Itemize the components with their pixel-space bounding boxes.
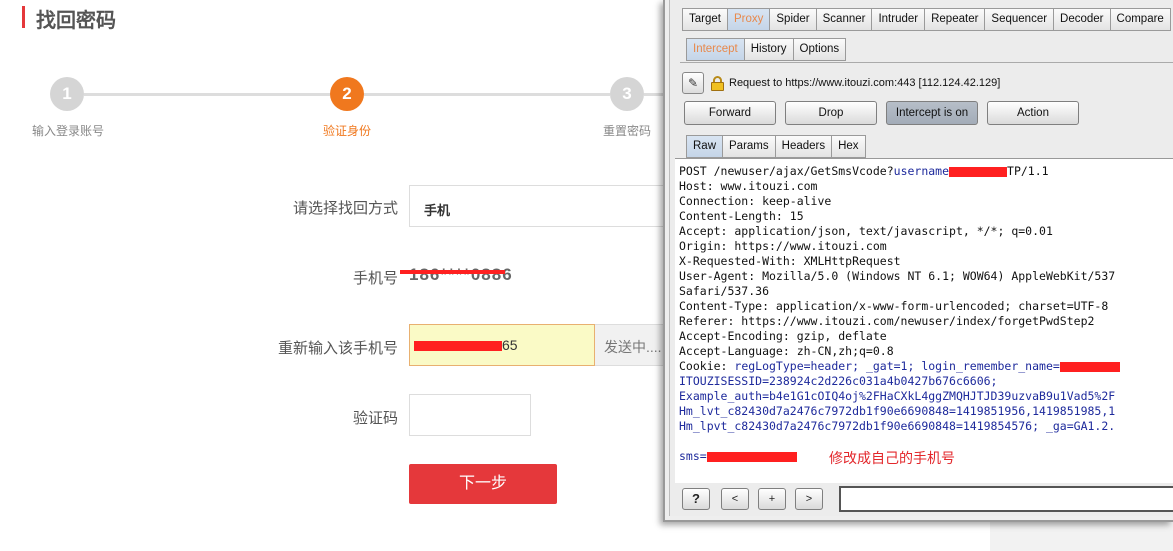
add-button[interactable]: + [758, 488, 786, 510]
pencil-icon: ✎ [687, 76, 699, 90]
tab-repeater[interactable]: Repeater [924, 8, 986, 31]
tab-intruder[interactable]: Intruder [871, 8, 926, 31]
tab-divider [680, 62, 1173, 63]
progress-line-3 [644, 93, 664, 96]
step-2-label: 验证身份 [322, 124, 371, 138]
sms-redaction-mark [706, 451, 797, 462]
header-user-agent-cont: Safari/537.36 [679, 284, 770, 298]
tab-sequencer[interactable]: Sequencer [984, 8, 1055, 31]
action-button[interactable]: Action [987, 101, 1079, 125]
tab-params[interactable]: Params [722, 135, 776, 158]
code-label: 验证码 [352, 410, 398, 427]
step-2-circle: 2 [330, 77, 364, 111]
header-x-requested-with: X-Requested-With: XMLHttpRequest [679, 254, 901, 268]
previous-button[interactable]: < [721, 488, 749, 510]
body-sms-param: sms= [679, 449, 797, 463]
header-accept-encoding: Accept-Encoding: gzip, deflate [679, 329, 887, 343]
burp-content: Target Proxy Spider Scanner Intruder Repeater… [669, 0, 1173, 516]
step-3-circle: 3 [610, 77, 644, 111]
cookie-hm-lpvt: Hm_lpvt_c82430d7a2476c7972db1f90e6690848… [679, 419, 1116, 433]
edit-pencil-button[interactable]: ✎ [682, 72, 704, 94]
progress-line-1 [84, 93, 330, 96]
phone-value: 186****0886 [409, 265, 513, 284]
header-user-agent: User-Agent: Mozilla/5.0 (Windows NT 6.1;… [679, 269, 1116, 283]
tab-scanner[interactable]: Scanner [815, 8, 873, 31]
header-connection: Connection: keep-alive [679, 194, 832, 208]
header-accept: Accept: application/json, text/javascrip… [679, 224, 1053, 238]
request-line: POST /newuser/ajax/GetSmsVcode?username T… [679, 164, 1049, 178]
phone-label: 手机号 [352, 270, 398, 287]
tab-spider[interactable]: Spider [769, 8, 817, 31]
reenter-phone-value: 65 [502, 337, 518, 353]
tab-target[interactable]: Target [682, 8, 728, 31]
header-cookie: Cookie: regLogType=header; _gat=1; login… [679, 359, 1120, 373]
page-title: 找回密码 [36, 10, 116, 32]
reenter-phone-input[interactable]: 65 [409, 324, 595, 366]
step-1-circle: 1 [50, 77, 84, 111]
tab-options[interactable]: Options [792, 38, 847, 61]
reenter-phone-label: 重新输入该手机号 [277, 340, 398, 357]
header-host: Host: www.itouzi.com [679, 179, 818, 193]
forward-button[interactable]: Forward [684, 101, 776, 125]
request-info-row: ✎ Request to https://www.itouzi.com:443 … [682, 72, 1173, 96]
burp-window: Target Proxy Spider Scanner Intruder Repeater… [663, 0, 1173, 522]
help-button[interactable]: ? [682, 488, 710, 510]
code-input[interactable] [409, 394, 531, 436]
header-referer: Referer: https://www.itouzi.com/newuser/… [679, 314, 1095, 328]
tab-decoder[interactable]: Decoder [1053, 8, 1111, 31]
raw-request-editor[interactable]: POST /newuser/ajax/GetSmsVcode?username T… [675, 158, 1173, 483]
page-bottom-area [990, 518, 1173, 551]
header-content-type: Content-Type: application/x-www-form-url… [679, 299, 1109, 313]
drop-button[interactable]: Drop [785, 101, 877, 125]
search-input[interactable] [839, 486, 1173, 512]
tab-proxy[interactable]: Proxy [726, 8, 771, 31]
cookie-sessid: ITOUZISESSID=238924c2d226c031a4b0427b676… [679, 374, 998, 388]
tab-headers[interactable]: Headers [774, 135, 833, 158]
lock-icon [711, 76, 724, 91]
tab-comparer[interactable]: Compare [1109, 8, 1171, 31]
next-step-button[interactable]: 下一步 [409, 464, 557, 504]
message-tabs: Raw Params Headers Hex [686, 135, 866, 158]
method-label: 请选择找回方式 [292, 200, 398, 217]
intercept-toggle-button[interactable]: Intercept is on [886, 101, 978, 125]
annotation-note: 修改成自己的手机号 [829, 450, 955, 466]
tab-raw[interactable]: Raw [686, 135, 724, 158]
header-origin: Origin: https://www.itouzi.com [679, 239, 887, 253]
cookie-redaction-mark [1059, 361, 1120, 372]
step-1-label: 输入登录账号 [31, 124, 104, 138]
cookie-auth: Example_auth=b4e1G1cOIQ4oj%2FHaCXkL4ggZM… [679, 389, 1116, 403]
username-redaction-mark [949, 166, 1008, 177]
method-select[interactable]: 手机 [409, 185, 669, 227]
proxy-tabs: Intercept History Options [686, 38, 847, 61]
tab-intercept[interactable]: Intercept [686, 38, 745, 61]
request-target-text: Request to https://www.itouzi.com:443 [1… [729, 77, 1001, 89]
tab-history[interactable]: History [743, 38, 794, 61]
reenter-redaction-mark [414, 341, 502, 352]
header-content-length: Content-Length: 15 [679, 209, 804, 223]
title-accent-bar [22, 6, 25, 28]
phone-redaction-mark [400, 270, 505, 274]
progress-line-2 [364, 93, 610, 96]
intercept-button-row: Forward Drop Intercept is on Action [684, 101, 1173, 125]
editor-nav-row: ? < + > [682, 486, 1173, 512]
tool-tabs: Target Proxy Spider Scanner Intruder Repeater… [682, 8, 1171, 31]
tab-hex[interactable]: Hex [831, 135, 866, 158]
next-button[interactable]: > [795, 488, 823, 510]
header-accept-language: Accept-Language: zh-CN,zh;q=0.8 [679, 344, 894, 358]
cookie-hm-lvt: Hm_lvt_c82430d7a2476c7972db1f90e6690848=… [679, 404, 1116, 418]
